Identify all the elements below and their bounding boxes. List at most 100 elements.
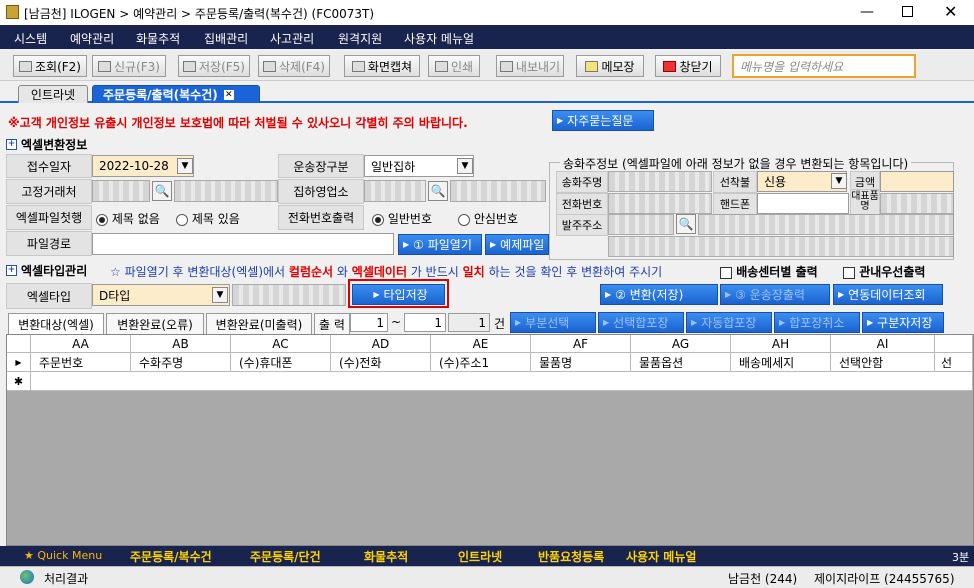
center-output-label: 배송센터별 출력 xyxy=(736,265,818,279)
no-title-radio[interactable]: 제목 없음 xyxy=(96,210,160,227)
search-button[interactable]: 조회(F2) xyxy=(13,55,87,77)
open-file-button[interactable]: ▶ ① 파일열기 xyxy=(398,234,482,255)
file-path-input[interactable] xyxy=(92,233,394,255)
auto-combine-button[interactable]: ▶ 자동합포장 xyxy=(686,312,772,333)
header-item-name[interactable]: 물품명 xyxy=(531,353,631,372)
header-receiver-name[interactable]: 수화주명 xyxy=(131,353,231,372)
address-detail-input[interactable] xyxy=(608,236,954,257)
col-letter-af[interactable]: AF xyxy=(531,335,631,353)
amount-input[interactable] xyxy=(880,171,954,192)
range-from-input[interactable]: 1 xyxy=(350,313,388,332)
center-output-checkbox[interactable]: 배송센터별 출력 xyxy=(720,263,818,280)
sample-file-button[interactable]: ▶ 예제파일 xyxy=(485,234,549,255)
data-grid[interactable]: AA AB AC AD AE AF AG AH AI ▶ 주문번호 수화주명 (… xyxy=(6,334,974,546)
pay-type-dropdown-icon[interactable]: ▼ xyxy=(831,173,847,189)
office-search-icon[interactable]: 🔍 xyxy=(428,181,448,201)
menu-collection[interactable]: 집배관리 xyxy=(204,30,248,47)
convert-button[interactable]: ▶ ② 변환(저장) xyxy=(600,284,718,305)
new-button[interactable]: 신규(F3) xyxy=(92,55,166,77)
excel-type-select[interactable]: D타입 xyxy=(92,284,230,306)
partial-select-button[interactable]: ▶ 부분선택 xyxy=(510,312,596,333)
linked-data-button[interactable]: ▶ 연동데이터조회 xyxy=(833,284,943,305)
header-order-no[interactable]: 주문번호 xyxy=(31,353,131,372)
print-button[interactable]: 인쇄 xyxy=(428,55,480,77)
save-button[interactable]: 저장(F5) xyxy=(178,55,250,77)
excel-type-name-input[interactable] xyxy=(232,284,346,306)
col-letter-aa[interactable]: AA xyxy=(31,335,131,353)
cancel-combine-button[interactable]: ▶ 합포장취소 xyxy=(774,312,860,333)
header-receiver-mobile[interactable]: (수)휴대폰 xyxy=(231,353,331,372)
tab-convert-target[interactable]: 변환대상(엑셀) xyxy=(8,313,104,334)
pickup-office-code-input[interactable] xyxy=(364,180,426,202)
safe-number-radio[interactable]: 안심번호 xyxy=(458,210,518,227)
col-letter-ad[interactable]: AD xyxy=(331,335,431,353)
menu-accident[interactable]: 사고관리 xyxy=(270,30,314,47)
export-button[interactable]: 내보내기 xyxy=(496,55,564,77)
menu-manual[interactable]: 사용자 메뉴얼 xyxy=(404,30,474,47)
col-letter-ae[interactable]: AE xyxy=(431,335,531,353)
tab-convert-unprinted[interactable]: 변환완료(미출력) xyxy=(206,313,312,334)
local-priority-checkbox[interactable]: 관내우선출력 xyxy=(843,263,925,280)
capture-button[interactable]: 화면캡쳐 xyxy=(344,55,420,77)
has-title-radio[interactable]: 제목 있음 xyxy=(176,210,240,227)
save-type-button[interactable]: ▶ 타입저장 xyxy=(352,284,445,305)
address-search-icon[interactable]: 🔍 xyxy=(676,214,696,234)
checkbox-icon xyxy=(720,266,732,279)
menu-tracking[interactable]: 화물추적 xyxy=(136,30,180,47)
header-more[interactable]: 선 xyxy=(935,353,973,372)
close-window-icon[interactable]: ✕ xyxy=(944,2,957,21)
excel-type-dropdown-icon[interactable]: ▼ xyxy=(212,287,228,303)
col-letter-ac[interactable]: AC xyxy=(231,335,331,353)
save-type-label: 타입저장 xyxy=(383,288,428,302)
minimize-icon[interactable]: — xyxy=(860,4,874,20)
sender-name-input[interactable] xyxy=(608,171,712,192)
tab-intranet[interactable]: 인트라넷 xyxy=(18,85,88,103)
col-letter-ag[interactable]: AG xyxy=(631,335,731,353)
new-row[interactable] xyxy=(31,372,973,391)
quick-return-request[interactable]: 반품요청등록 xyxy=(538,548,604,565)
close-screen-button[interactable]: 창닫기 xyxy=(655,55,721,77)
mobile-input[interactable] xyxy=(757,193,849,214)
save-delimiter-button[interactable]: ▶ 구분자저장 xyxy=(862,312,944,333)
rep-item-input[interactable] xyxy=(880,193,954,214)
fixed-client-code-input[interactable] xyxy=(92,180,150,202)
range-to-input[interactable]: 1 xyxy=(404,313,446,332)
quick-order-multi[interactable]: 주문등록/복수건 xyxy=(130,548,212,565)
tab-order-register[interactable]: 주문등록/출력(복수건) ✕ xyxy=(92,85,260,103)
quick-menu[interactable]: ★ Quick Menu xyxy=(24,549,102,562)
faq-button[interactable]: ▶ 자주묻는질문 xyxy=(552,110,654,131)
header-delivery-message[interactable]: 배송메세지 xyxy=(731,353,831,372)
print-waybill-button[interactable]: ▶ ③ 운송장출력 xyxy=(720,284,830,305)
tab-close-icon[interactable]: ✕ xyxy=(223,89,234,100)
selected-combine-button[interactable]: ▶ 선택합포장 xyxy=(598,312,684,333)
maximize-icon[interactable] xyxy=(902,6,913,17)
quick-order-single[interactable]: 주문등록/단건 xyxy=(250,548,321,565)
header-receiver-phone[interactable]: (수)전화 xyxy=(331,353,431,372)
delete-button[interactable]: 삭제(F4) xyxy=(258,55,330,77)
expand-icon[interactable]: + xyxy=(6,139,17,150)
quick-tracking[interactable]: 화물추적 xyxy=(364,548,408,565)
col-letter-ah[interactable]: AH xyxy=(731,335,831,353)
tab-convert-error[interactable]: 변환완료(오류) xyxy=(106,313,204,334)
menu-search-input[interactable]: 메뉴명을 입력하세요 xyxy=(732,54,916,78)
address-input[interactable] xyxy=(698,214,954,235)
quick-intranet[interactable]: 인트라넷 xyxy=(458,548,502,565)
waybill-type-dropdown-icon[interactable]: ▼ xyxy=(457,158,473,174)
header-not-selected[interactable]: 선택안함 xyxy=(831,353,935,372)
normal-number-radio[interactable]: 일반번호 xyxy=(372,210,432,227)
fixed-client-label: 고정거래처 xyxy=(6,179,92,204)
header-receiver-address[interactable]: (수)주소1 xyxy=(431,353,531,372)
client-search-icon[interactable]: 🔍 xyxy=(152,181,172,201)
menu-system[interactable]: 시스템 xyxy=(14,30,47,47)
zip-input[interactable] xyxy=(608,214,674,235)
memo-button[interactable]: 메모장 xyxy=(576,55,644,77)
date-dropdown-icon[interactable]: ▼ xyxy=(177,158,193,174)
menu-remote[interactable]: 원격지원 xyxy=(338,30,382,47)
quick-user-manual[interactable]: 사용자 메뉴얼 xyxy=(626,548,696,565)
col-letter-ai[interactable]: AI xyxy=(831,335,935,353)
col-letter-ab[interactable]: AB xyxy=(131,335,231,353)
sender-tel-input[interactable] xyxy=(608,193,712,214)
menu-reservation[interactable]: 예약관리 xyxy=(70,30,114,47)
header-item-option[interactable]: 물품옵션 xyxy=(631,353,731,372)
expand-icon[interactable]: + xyxy=(6,265,17,276)
